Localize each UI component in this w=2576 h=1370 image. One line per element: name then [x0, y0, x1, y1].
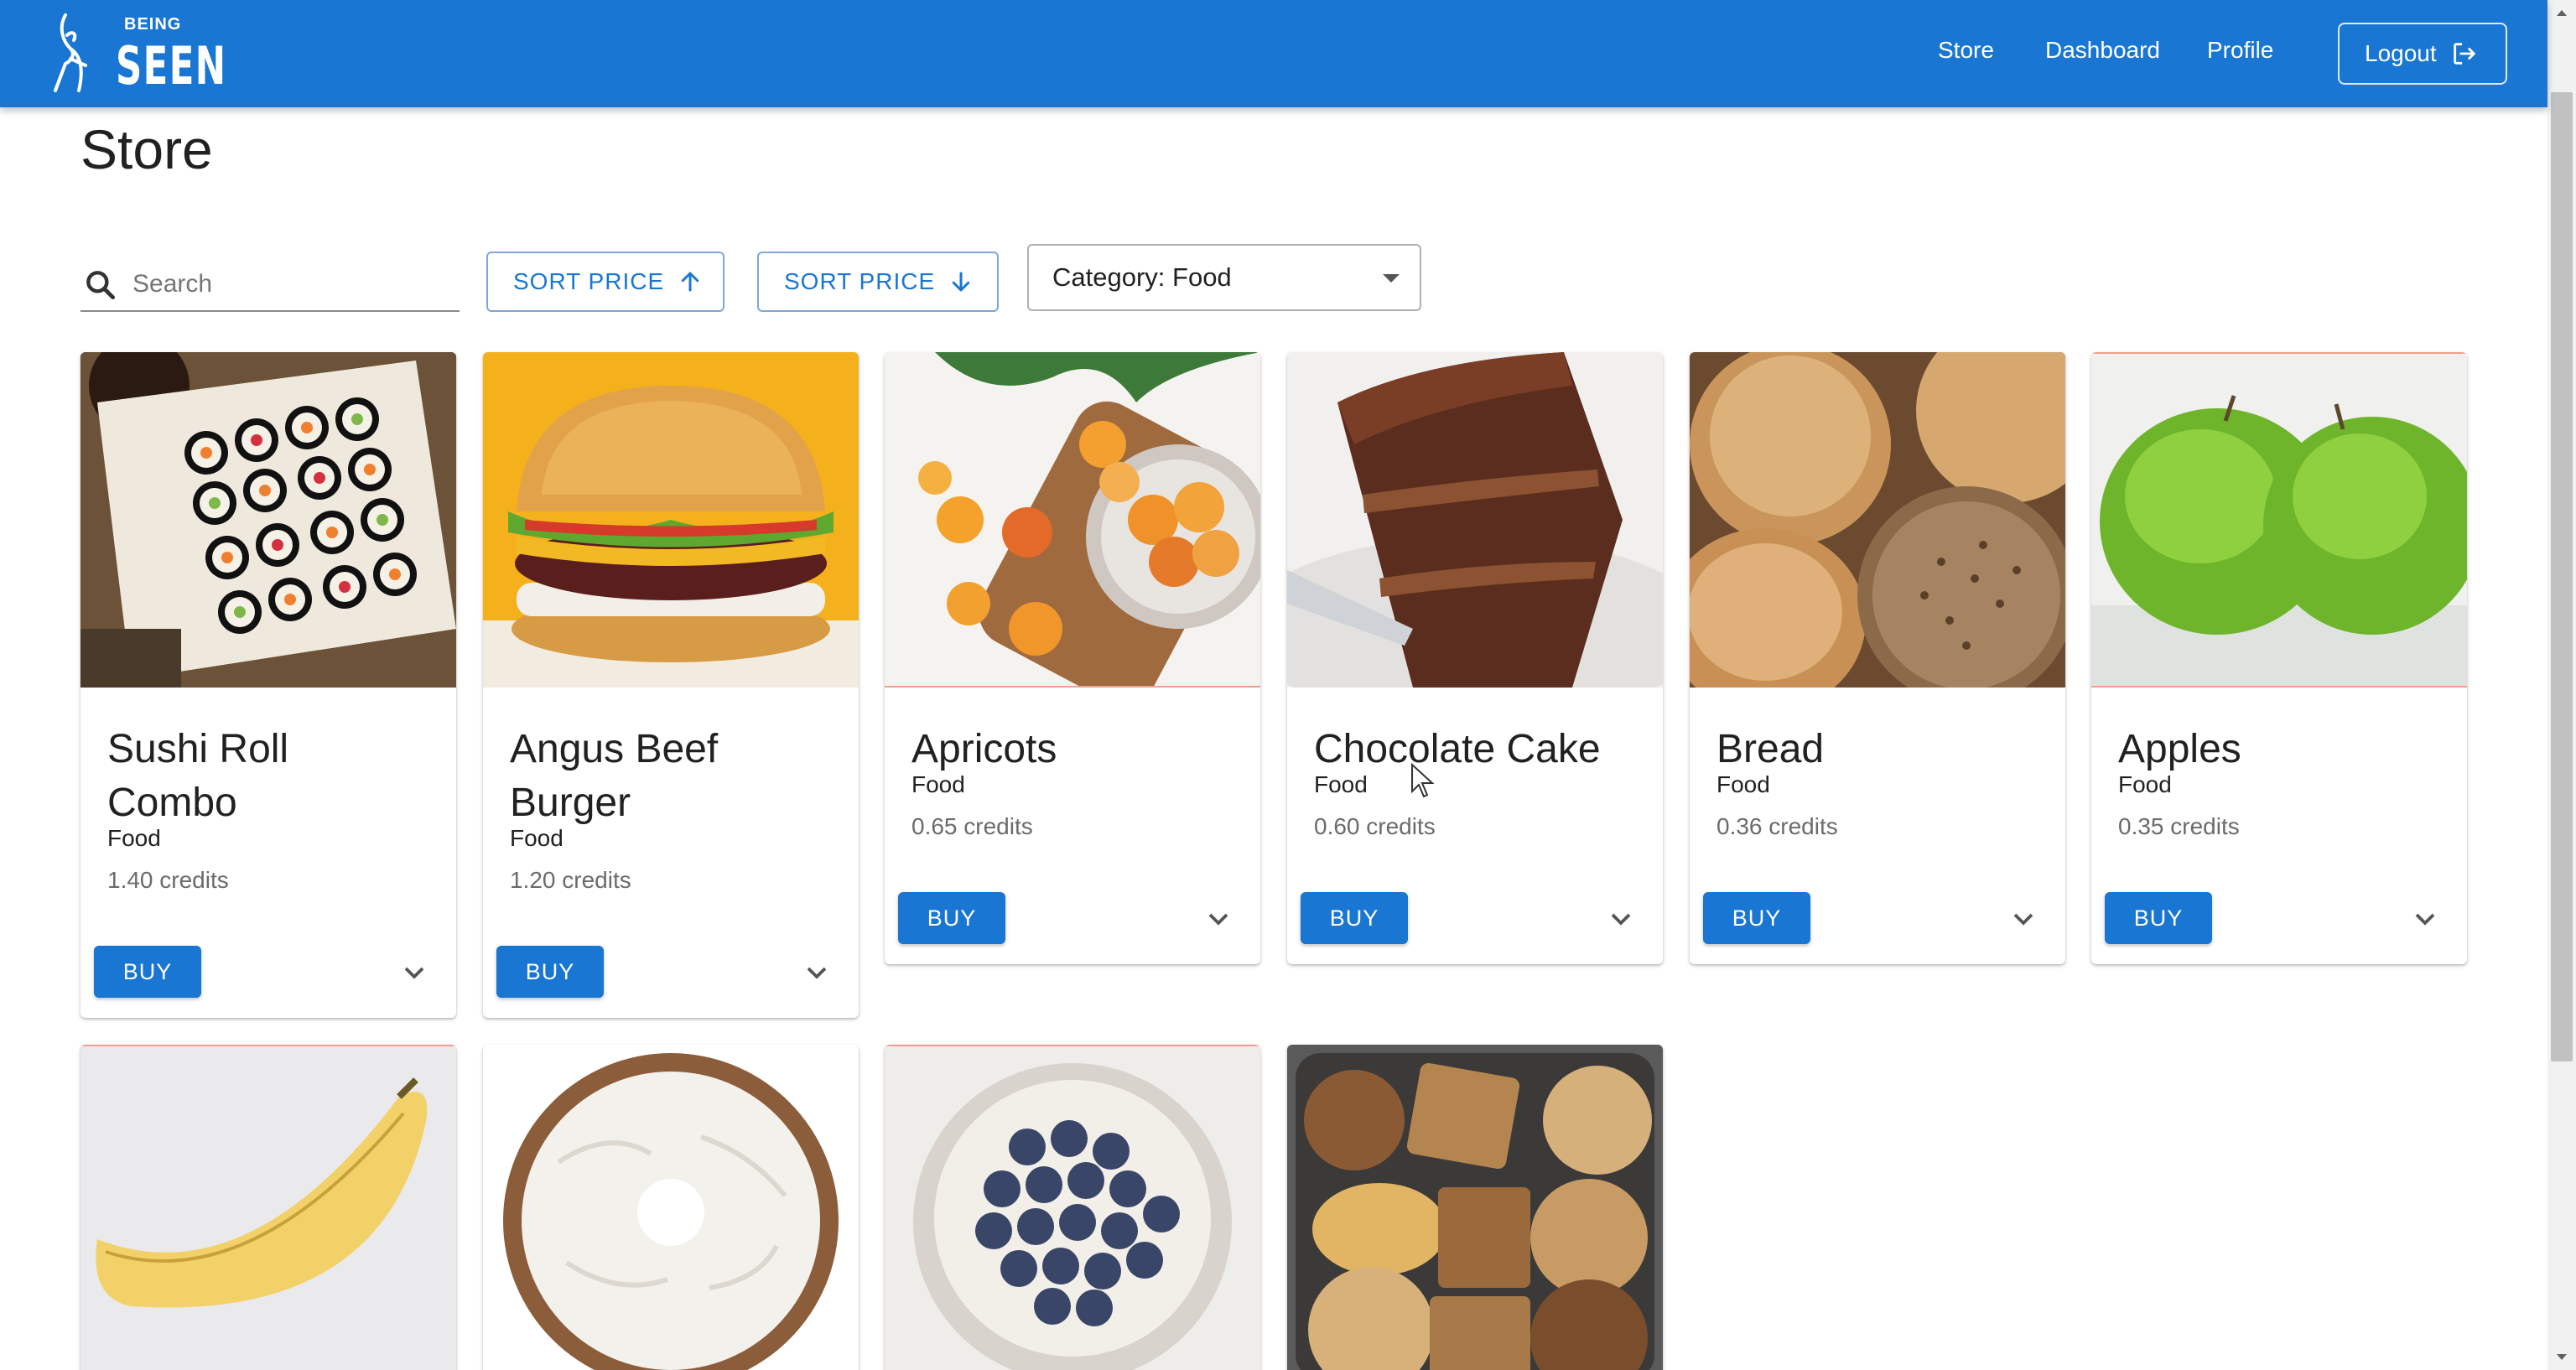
- product-price: 1.20 credits: [510, 867, 631, 893]
- product-category: Food: [1314, 771, 1368, 797]
- product-category: Food: [911, 771, 965, 797]
- product-name: Apricots: [911, 727, 1057, 771]
- logout-icon: [2453, 43, 2475, 65]
- arrow-up-icon: [681, 272, 699, 292]
- burger-image: [483, 352, 859, 688]
- product-card: Angus Beef Burger Food 1.20 credits BUY: [483, 352, 859, 1018]
- arrow-down-icon: [952, 272, 970, 292]
- chevron-down-icon[interactable]: [397, 956, 431, 989]
- product-card: Sushi Roll Combo Food 1.40 credits BUY: [80, 352, 456, 1018]
- bagel-image: [483, 1045, 859, 1370]
- buy-button[interactable]: BUY: [2105, 892, 2212, 944]
- product-category: Food: [107, 825, 161, 851]
- search-field[interactable]: [80, 257, 460, 312]
- logo-being-text: BEING: [124, 15, 182, 34]
- search-input[interactable]: [132, 265, 451, 304]
- buy-button[interactable]: BUY: [496, 946, 604, 998]
- apricots-image: [885, 352, 1260, 688]
- product-name: Chocolate Cake: [1314, 727, 1601, 771]
- product-card: [885, 1045, 1260, 1370]
- dropdown-arrow-icon: [1383, 274, 1400, 283]
- chevron-down-icon[interactable]: [2007, 902, 2040, 936]
- category-select[interactable]: Category: Food: [1027, 244, 1421, 311]
- product-card: Apricots Food 0.65 credits BUY: [885, 352, 1260, 964]
- product-card: [1287, 1045, 1663, 1370]
- figure-logo-icon: [54, 13, 87, 92]
- product-card: Apples Food 0.35 credits BUY: [2091, 352, 2467, 964]
- product-card: [80, 1045, 456, 1370]
- product-price: 0.60 credits: [1314, 813, 1436, 839]
- buy-button[interactable]: BUY: [94, 946, 201, 998]
- cookies-image: [1287, 1045, 1663, 1370]
- chevron-down-icon[interactable]: [1604, 902, 1638, 936]
- logo-seen-text: SEEN: [116, 35, 227, 96]
- product-price: 0.65 credits: [911, 813, 1033, 839]
- chevron-down-icon[interactable]: [2408, 902, 2442, 936]
- cake-image: [1287, 352, 1663, 688]
- scroll-down-arrow-icon[interactable]: [2547, 1345, 2576, 1370]
- sort-asc-label: SORT PRICE: [513, 268, 665, 294]
- sort-desc-label: SORT PRICE: [784, 268, 936, 294]
- page-scrollbar[interactable]: [2547, 0, 2576, 1370]
- chevron-down-icon[interactable]: [1202, 902, 1235, 936]
- product-price: 0.36 credits: [1716, 813, 1838, 839]
- nav-profile[interactable]: Profile: [2207, 37, 2273, 64]
- category-select-value: Category: Food: [1052, 262, 1232, 292]
- scroll-thumb[interactable]: [2551, 92, 2573, 1061]
- product-price: 0.35 credits: [2118, 813, 2240, 839]
- product-price: 1.40 credits: [107, 867, 229, 893]
- product-name: Apples: [2118, 727, 2241, 771]
- nav-dashboard[interactable]: Dashboard: [2045, 37, 2160, 64]
- product-card: Bread Food 0.36 credits BUY: [1690, 352, 2065, 964]
- buy-button[interactable]: BUY: [1703, 892, 1810, 944]
- product-category: Food: [510, 825, 564, 851]
- logout-button[interactable]: Logout: [2338, 23, 2507, 85]
- scroll-up-arrow-icon[interactable]: [2547, 0, 2576, 25]
- banana-image: [80, 1045, 456, 1370]
- page-title: Store: [80, 118, 213, 180]
- logout-label: Logout: [2365, 40, 2437, 66]
- apples-image: [2091, 352, 2467, 688]
- blueberries-image: [885, 1045, 1260, 1370]
- product-category: Food: [2118, 771, 2172, 797]
- product-card: Chocolate Cake Food 0.60 credits BUY: [1287, 352, 1663, 964]
- buy-button[interactable]: BUY: [898, 892, 1005, 944]
- chevron-down-icon[interactable]: [800, 956, 834, 989]
- product-category: Food: [1716, 771, 1770, 797]
- nav-store[interactable]: Store: [1938, 37, 1994, 64]
- buy-button[interactable]: BUY: [1301, 892, 1408, 944]
- mouse-cursor-icon: [1411, 763, 1435, 798]
- being-seen-logo[interactable]: BEING SEEN: [47, 10, 226, 97]
- product-card: [483, 1045, 859, 1370]
- app-bar: BEING SEEN Store Dashboard Profile Logou…: [0, 0, 2547, 107]
- product-name: Sushi Roll Combo: [107, 727, 289, 825]
- bread-image: [1690, 352, 2065, 688]
- search-icon: [86, 271, 116, 300]
- product-name: Angus Beef Burger: [510, 727, 719, 825]
- sort-price-ascending-button[interactable]: SORT PRICE: [486, 252, 724, 312]
- sushi-image: [80, 352, 456, 688]
- sort-price-descending-button[interactable]: SORT PRICE: [757, 252, 999, 312]
- product-name: Bread: [1716, 727, 1825, 771]
